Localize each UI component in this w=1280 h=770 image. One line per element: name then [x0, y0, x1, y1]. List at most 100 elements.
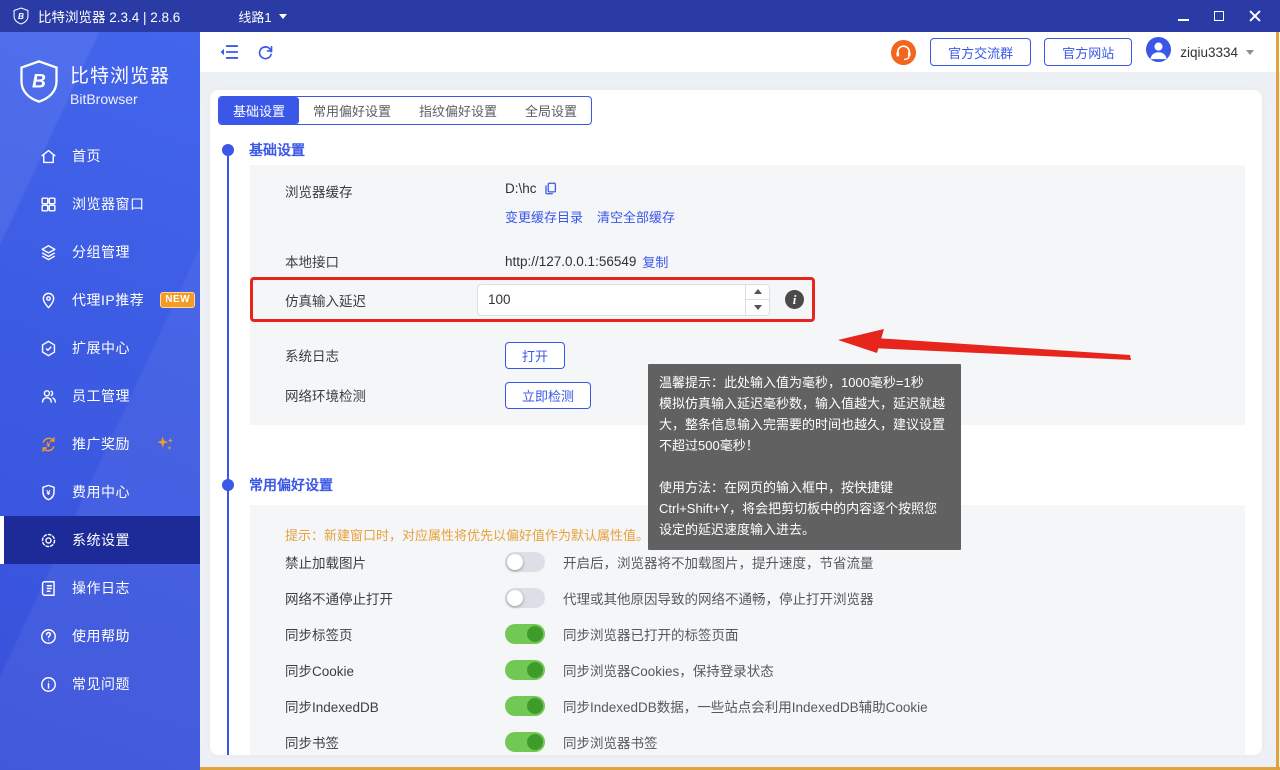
browser-windows-icon: [38, 194, 58, 214]
triangle-down-icon: [753, 304, 762, 310]
tooltip-line: 模拟仿真输入延迟毫秒数，输入值越大，延迟就越大，整条信息输入完需要的时间也越久，…: [659, 396, 946, 453]
toggle-row-sync-indexeddb: 同步IndexedDB 同步IndexedDB数据，一些站点会利用Indexed…: [250, 688, 1245, 724]
sidebar-item-browser-windows[interactable]: 浏览器窗口: [0, 180, 200, 228]
toggle-description: 开启后，浏览器将不加载图片，提升速度，节省流量: [563, 556, 874, 571]
copy-icon[interactable]: [543, 181, 558, 196]
toggle-description: 同步浏览器书签: [563, 736, 658, 751]
staff-icon: [38, 386, 58, 406]
sidebar-item-label: 分组管理: [72, 244, 130, 260]
info-icon[interactable]: [785, 290, 804, 309]
sidebar-item-label: 扩展中心: [72, 340, 130, 356]
brand-subtitle: BitBrowser: [70, 91, 138, 107]
tab-fingerprint-preferences[interactable]: 指纹偏好设置: [405, 97, 511, 124]
field-label: 同步Cookie: [285, 664, 355, 679]
spinner-up-button[interactable]: [746, 285, 769, 300]
toggle-description: 同步IndexedDB数据，一些站点会利用IndexedDB辅助Cookie: [563, 700, 928, 715]
sidebar-item-staff[interactable]: 员工管理: [0, 372, 200, 420]
sidebar-item-extensions[interactable]: 扩展中心: [0, 324, 200, 372]
user-menu[interactable]: ziqiu3334: [1145, 36, 1254, 68]
sidebar-item-label: 首页: [72, 148, 101, 164]
app-title: 比特浏览器 2.3.4 | 2.8.6: [38, 10, 181, 25]
sidebar-item-billing[interactable]: ¥ 费用中心: [0, 468, 200, 516]
browser-cache-row: 浏览器缓存 D:\hc 变更缓存目录 清空全部缓存: [250, 181, 1225, 226]
clear-all-cache-link[interactable]: 清空全部缓存: [597, 207, 675, 226]
sidebar-item-promo[interactable]: ¥ 推广奖励: [0, 420, 200, 468]
input-delay-row: 仿真输入延迟: [250, 277, 1225, 322]
spinner-down-button[interactable]: [746, 300, 769, 315]
line-selector[interactable]: 线路1: [238, 7, 287, 26]
gear-icon: [38, 530, 58, 550]
delay-tooltip: 温馨提示：此处输入值为毫秒，1000毫秒=1秒 模拟仿真输入延迟毫秒数，输入值越…: [648, 364, 961, 550]
sidebar-item-help[interactable]: 使用帮助: [0, 612, 200, 660]
tab-basic-settings[interactable]: 基础设置: [219, 97, 300, 124]
svg-text:¥: ¥: [46, 441, 50, 449]
sidebar-item-label: 常见问题: [72, 676, 130, 692]
field-label: 本地接口: [285, 255, 339, 270]
username: ziqiu3334: [1180, 44, 1238, 60]
official-group-button[interactable]: 官方交流群: [930, 38, 1032, 66]
toggle-row-sync-cookie: 同步Cookie 同步浏览器Cookies，保持登录状态: [250, 652, 1245, 688]
extension-icon: [38, 338, 58, 358]
settings-tabbar: 基础设置 常用偏好设置 指纹偏好设置 全局设置: [218, 96, 593, 125]
copy-link[interactable]: 复制: [642, 252, 668, 271]
section-title: 基础设置: [249, 142, 305, 158]
input-delay-input[interactable]: [478, 284, 743, 315]
sparkles-icon: [154, 433, 176, 455]
tab-global-settings[interactable]: 全局设置: [511, 97, 591, 124]
brand-title: 比特浏览器: [70, 66, 171, 87]
billing-shield-icon: ¥: [38, 482, 58, 502]
caret-down-icon: [1246, 49, 1254, 55]
minimize-button[interactable]: [1170, 4, 1196, 28]
operation-log-icon: [38, 578, 58, 598]
sync-tabs-toggle[interactable]: [505, 624, 545, 644]
toggle-description: 代理或其他原因导致的网络不通畅，停止打开浏览器: [563, 592, 874, 607]
section-timeline: [227, 152, 229, 755]
sidebar-item-operation-log[interactable]: 操作日志: [0, 564, 200, 612]
refresh-icon[interactable]: [256, 43, 275, 62]
sync-indexeddb-toggle[interactable]: [505, 696, 545, 716]
section-dot: [222, 479, 234, 491]
minimize-icon: [1177, 19, 1189, 21]
open-log-button[interactable]: 打开: [505, 341, 566, 369]
help-icon: [38, 626, 58, 646]
sidebar-item-system-settings[interactable]: 系统设置: [0, 516, 200, 564]
number-spinner: [745, 284, 769, 315]
close-icon: [1249, 10, 1261, 22]
close-button[interactable]: [1242, 4, 1268, 28]
line-selector-label: 线路1: [238, 9, 272, 25]
tooltip-line: 使用方法：在网页的输入框中，按快捷键Ctrl+Shift+Y，将会把剪切板中的内…: [659, 480, 938, 537]
check-now-button[interactable]: 立即检测: [505, 381, 592, 409]
toggle-row-stop-on-network-fail: 网络不通停止打开 代理或其他原因导致的网络不通畅，停止打开浏览器: [250, 580, 1245, 616]
field-label: 同步标签页: [285, 628, 353, 643]
disable-images-toggle[interactable]: [505, 552, 545, 572]
input-delay-field: [477, 283, 770, 316]
triangle-up-icon: [753, 289, 762, 295]
field-label: 禁止加载图片: [285, 556, 366, 571]
change-cache-dir-link[interactable]: 变更缓存目录: [505, 207, 583, 226]
tooltip-line: 温馨提示：此处输入值为毫秒，1000毫秒=1秒: [659, 375, 924, 390]
sidebar-menu: 首页 浏览器窗口 分组管理 代理IP推荐 NEW 扩展中心 员工管理 ¥ 推广奖…: [0, 132, 200, 708]
tab-common-preferences[interactable]: 常用偏好设置: [299, 97, 405, 124]
maximize-button[interactable]: [1206, 4, 1232, 28]
sidebar-item-faq[interactable]: 常见问题: [0, 660, 200, 708]
stop-on-network-fail-toggle[interactable]: [505, 588, 545, 608]
menu-fold-icon[interactable]: [218, 41, 240, 63]
sidebar-item-label: 使用帮助: [72, 628, 130, 644]
brand-shield-icon: B: [20, 60, 58, 103]
sync-cookie-toggle[interactable]: [505, 660, 545, 680]
toggle-description: 同步浏览器已打开的标签页面: [563, 628, 739, 643]
support-headset-icon[interactable]: [890, 39, 917, 66]
sidebar-item-proxy-ip[interactable]: 代理IP推荐 NEW: [0, 276, 200, 324]
sidebar-item-label: 系统设置: [72, 532, 130, 548]
sidebar-item-groups[interactable]: 分组管理: [0, 228, 200, 276]
sidebar-item-label: 代理IP推荐: [72, 292, 145, 308]
promo-reward-icon: ¥: [38, 434, 58, 454]
section-title: 常用偏好设置: [249, 477, 333, 493]
sync-bookmarks-toggle[interactable]: [505, 732, 545, 752]
field-label: 浏览器缓存: [285, 185, 353, 200]
section-header-preferences: 常用偏好设置: [222, 475, 333, 495]
field-label: 同步书签: [285, 736, 339, 751]
sidebar-item-home[interactable]: 首页: [0, 132, 200, 180]
field-label: 网络环境检测: [285, 389, 366, 404]
official-site-button[interactable]: 官方网站: [1044, 38, 1133, 66]
